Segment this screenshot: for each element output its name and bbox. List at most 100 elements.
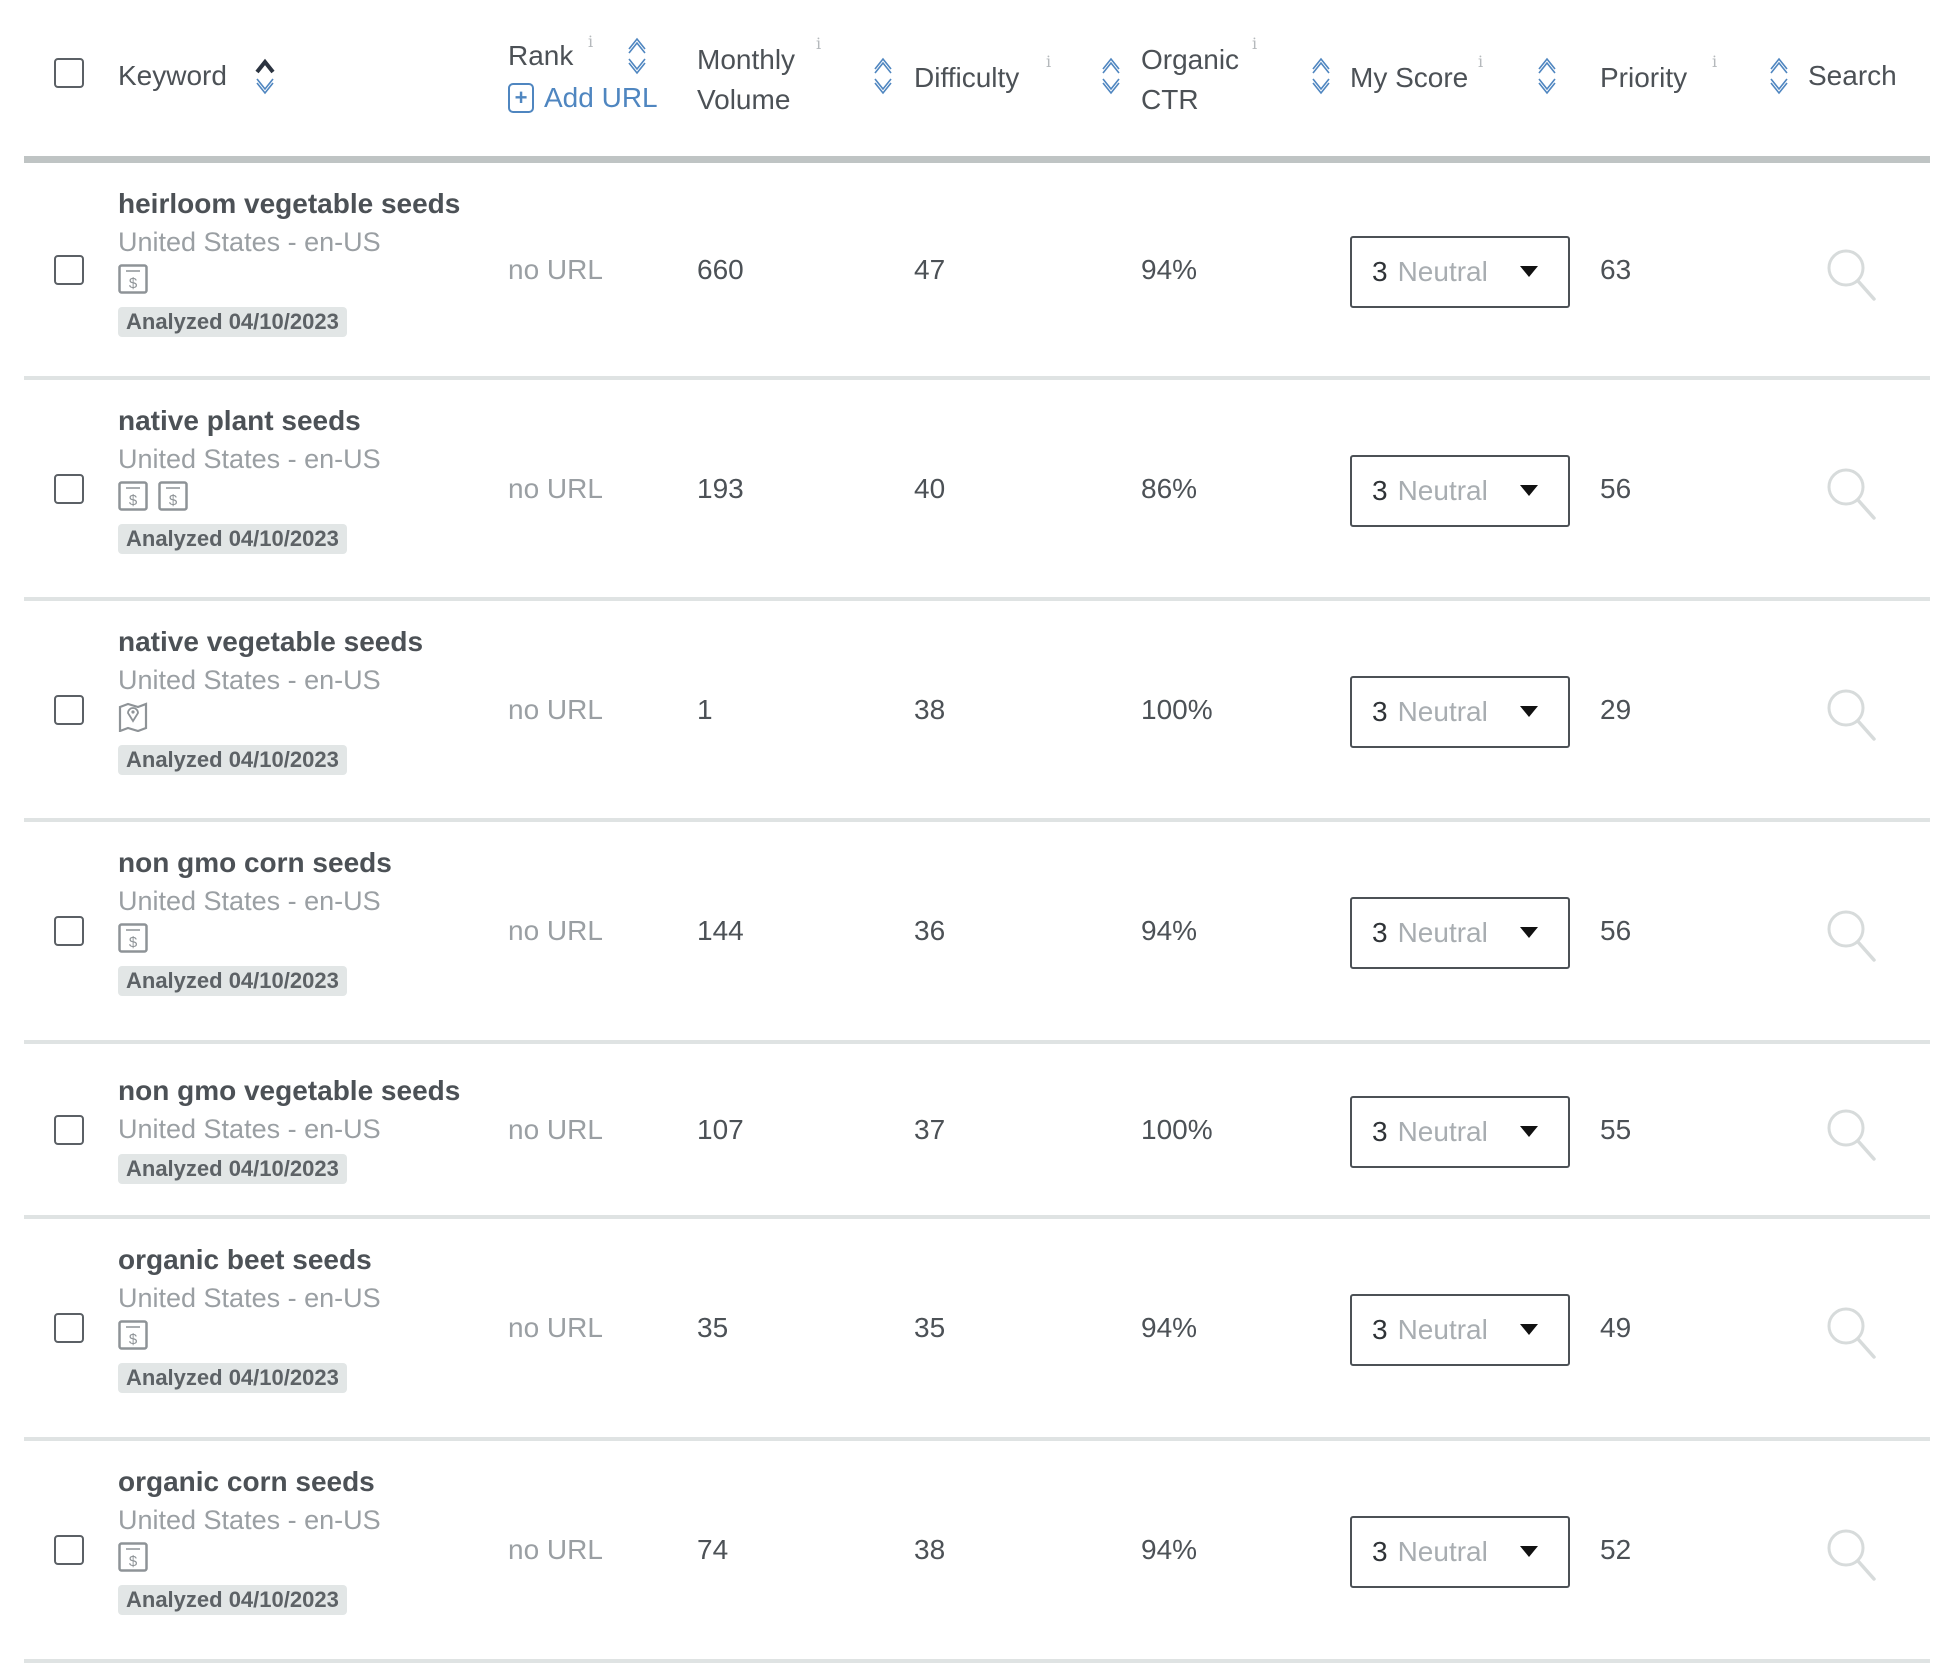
keyword-feature-icons: $ [118, 1317, 381, 1357]
difficulty-value: 38 [914, 693, 946, 725]
keyword-name[interactable]: heirloom vegetable seeds [118, 185, 460, 223]
keyword-locale: United States - en-US [118, 665, 381, 695]
svg-text:$: $ [129, 1331, 138, 1348]
priority-info-icon[interactable]: i [1712, 52, 1717, 71]
row-checkbox[interactable] [54, 254, 84, 285]
analyzed-badge: Analyzed 04/10/2023 [118, 307, 347, 337]
score-label: Neutral [1397, 1314, 1488, 1345]
organic-ctr-value: 100% [1141, 693, 1213, 725]
organic-label: Organic [1141, 44, 1240, 75]
keyword-name[interactable]: native vegetable seeds [118, 623, 423, 661]
organic-ctr-value: 94% [1141, 253, 1198, 285]
my-score-select[interactable]: 3 Neutral [1350, 1095, 1570, 1168]
keyword-locale: United States - en-US [118, 444, 381, 474]
sort-ctr-icon[interactable] [1308, 56, 1334, 96]
organic-ctr-value: 86% [1141, 472, 1198, 504]
keyword-locale: United States - en-US [118, 1505, 381, 1535]
my-score-select[interactable]: 3 Neutral [1350, 1516, 1570, 1588]
keyword-name[interactable]: organic beet seeds [118, 1241, 381, 1279]
monthly-volume-value: 1 [697, 693, 713, 725]
dollar-icon: $ [158, 480, 188, 516]
search-icon[interactable] [1824, 1106, 1880, 1162]
dropdown-caret-icon [1520, 1546, 1538, 1557]
search-icon[interactable] [1824, 246, 1880, 302]
row-checkbox[interactable] [54, 916, 84, 946]
map-icon [118, 701, 148, 737]
rank-info-icon[interactable]: i [588, 32, 593, 51]
keyword-name[interactable]: organic corn seeds [118, 1463, 381, 1501]
plus-icon: + [508, 83, 534, 113]
dropdown-caret-icon [1520, 484, 1538, 496]
row-checkbox[interactable] [54, 1114, 84, 1145]
column-organic-ctr[interactable]: Organic CTR [1141, 40, 1239, 120]
difficulty-value: 47 [914, 253, 946, 285]
volume-info-icon[interactable]: i [816, 34, 821, 53]
priority-value: 56 [1600, 915, 1632, 946]
keyword-feature-icons: $ $ [118, 478, 381, 518]
select-all-checkbox[interactable] [54, 58, 84, 88]
table-row: native vegetable seeds United States - e… [24, 601, 1930, 822]
score-number: 3 [1372, 255, 1388, 287]
svg-text:$: $ [129, 934, 138, 951]
keyword-name[interactable]: non gmo corn seeds [118, 844, 392, 882]
dropdown-caret-icon [1520, 1324, 1538, 1335]
my-score-select[interactable]: 3 Neutral [1350, 675, 1570, 748]
difficulty-info-icon[interactable]: i [1046, 52, 1051, 71]
search-icon[interactable] [1824, 465, 1880, 521]
analyzed-badge: Analyzed 04/10/2023 [118, 1585, 347, 1615]
table-row: organic corn seeds United States - en-US… [24, 1441, 1930, 1663]
search-icon[interactable] [1824, 686, 1880, 742]
my-score-select[interactable]: 3 Neutral [1350, 1294, 1570, 1366]
add-url-label: Add URL [544, 82, 658, 113]
score-label: Neutral [1397, 695, 1488, 727]
keyword-name[interactable]: non gmo vegetable seeds [118, 1072, 460, 1110]
keyword-feature-icons: $ [118, 261, 460, 301]
sort-volume-icon[interactable] [870, 56, 896, 96]
row-checkbox[interactable] [54, 1535, 84, 1565]
table-row: non gmo corn seeds United States - en-US… [24, 822, 1930, 1044]
column-difficulty[interactable]: Difficulty [914, 58, 1019, 98]
score-label: Neutral [1397, 474, 1488, 506]
search-icon[interactable] [1824, 1526, 1880, 1582]
my-score-select[interactable]: 3 Neutral [1350, 235, 1570, 308]
column-keyword[interactable]: Keyword [118, 56, 227, 96]
table-row: non gmo vegetable seeds United States - … [24, 1044, 1930, 1219]
monthly-volume-value: 35 [697, 1312, 729, 1343]
svg-text:$: $ [129, 1553, 138, 1570]
priority-value: 56 [1600, 472, 1632, 504]
rank-value: no URL [508, 1534, 603, 1565]
sort-difficulty-icon[interactable] [1098, 56, 1124, 96]
organic-ctr-value: 94% [1141, 1312, 1198, 1343]
sort-score-icon[interactable] [1534, 56, 1560, 96]
add-url-button[interactable]: + Add URL [508, 82, 658, 114]
column-priority[interactable]: Priority [1600, 58, 1687, 98]
sort-priority-icon[interactable] [1766, 56, 1792, 96]
ctr-info-icon[interactable]: i [1252, 34, 1257, 53]
row-checkbox[interactable] [54, 473, 84, 504]
row-checkbox[interactable] [54, 694, 84, 725]
row-checkbox[interactable] [54, 1313, 84, 1343]
search-icon[interactable] [1824, 1304, 1880, 1360]
keyword-locale: United States - en-US [118, 227, 381, 257]
keyword-name[interactable]: native plant seeds [118, 402, 381, 440]
column-rank[interactable]: Rank [508, 36, 573, 76]
column-my-score[interactable]: My Score [1350, 58, 1468, 98]
sort-rank-icon[interactable] [624, 36, 650, 76]
dropdown-caret-icon [1520, 265, 1538, 277]
table-row: native plant seeds United States - en-US… [24, 380, 1930, 601]
my-score-select[interactable]: 3 Neutral [1350, 454, 1570, 527]
analyzed-badge: Analyzed 04/10/2023 [118, 745, 347, 775]
score-label: Neutral [1397, 1536, 1488, 1567]
column-monthly-volume[interactable]: Monthly Volume [697, 40, 795, 120]
volume-label: Volume [697, 84, 791, 115]
score-info-icon[interactable]: i [1478, 52, 1483, 71]
rank-value: no URL [508, 472, 603, 504]
search-icon[interactable] [1824, 907, 1880, 963]
rank-value: no URL [508, 1113, 603, 1145]
priority-value: 49 [1600, 1312, 1632, 1343]
svg-text:$: $ [169, 492, 178, 509]
sort-keyword-icon[interactable] [252, 56, 278, 96]
monthly-volume-value: 660 [697, 253, 744, 285]
my-score-select[interactable]: 3 Neutral [1350, 897, 1570, 969]
score-number: 3 [1372, 474, 1388, 506]
